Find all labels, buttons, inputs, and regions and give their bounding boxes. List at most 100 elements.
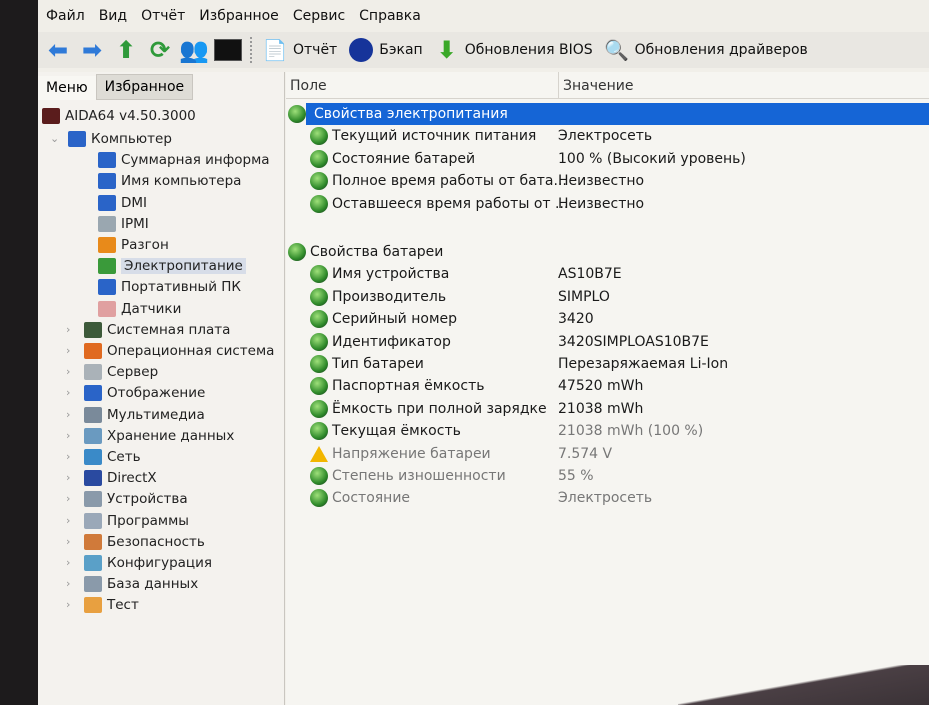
backup-icon — [347, 36, 375, 64]
driver-update-button[interactable]: 🔍 Обновления драйверов — [603, 36, 808, 64]
tree-item[interactable]: Суммарная информа — [98, 150, 270, 170]
up-arrow-icon[interactable]: ⬆ — [112, 36, 140, 64]
property-row[interactable]: Степень изношенности 55 % — [286, 465, 929, 487]
property-row[interactable]: Текущий источник питания Электросеть — [286, 125, 929, 147]
field-value: Электросеть — [558, 490, 653, 507]
tree-item-label: DMI — [121, 194, 148, 211]
tree-item[interactable]: AIDA64 v4.50.3000 — [42, 106, 196, 126]
power-icon — [310, 332, 328, 351]
tree-item[interactable]: Программы — [84, 511, 189, 531]
tree-item[interactable]: Имя компьютера — [98, 171, 241, 191]
collapse-chevron-icon[interactable]: › — [66, 344, 70, 357]
motherboard-icon — [84, 321, 102, 338]
property-row[interactable]: Полное время работы от бата... Неизвестно — [286, 170, 929, 192]
property-row[interactable]: Оставшееся время работы от ... Неизвестно — [286, 193, 929, 215]
backup-button[interactable]: Бэкап — [347, 36, 423, 64]
property-row[interactable]: Идентификатор 3420SIMPLOAS10B7E — [286, 331, 929, 353]
menu-report[interactable]: Отчёт — [141, 8, 185, 24]
tree-item-label: Сервер — [107, 364, 159, 381]
server-icon — [84, 364, 102, 381]
tree-item[interactable]: Операционная система — [84, 341, 274, 361]
property-row[interactable]: Производитель SIMPLO — [286, 286, 929, 308]
tree-item[interactable]: Электропитание — [98, 256, 246, 276]
tab-favorites[interactable]: Избранное — [95, 74, 194, 100]
console-icon[interactable] — [214, 36, 242, 64]
menu-view[interactable]: Вид — [99, 8, 127, 24]
collapse-chevron-icon[interactable]: › — [66, 429, 70, 442]
tree-item[interactable]: Хранение данных — [84, 426, 234, 446]
tree-item[interactable]: Отображение — [84, 383, 205, 403]
property-row[interactable]: Ёмкость при полной зарядке 21038 mWh — [286, 398, 929, 420]
tree-item[interactable]: IPMI — [98, 214, 149, 234]
collapse-chevron-icon[interactable]: › — [66, 577, 70, 590]
tree-item[interactable]: Конфигурация — [84, 553, 212, 573]
tree-item[interactable]: Тест — [84, 595, 139, 615]
config-icon — [84, 555, 102, 571]
property-row[interactable]: Серийный номер 3420 — [286, 308, 929, 330]
collapse-chevron-icon[interactable]: › — [66, 514, 70, 527]
collapse-chevron-icon[interactable]: › — [66, 450, 70, 463]
document-icon: 📄 — [262, 38, 288, 62]
expand-chevron-icon[interactable]: ⌄ — [50, 132, 59, 145]
collapse-chevron-icon[interactable]: › — [66, 408, 70, 421]
collapse-chevron-icon[interactable]: › — [66, 492, 70, 505]
report-button[interactable]: 📄 Отчёт — [261, 36, 338, 64]
directx-icon — [84, 470, 102, 487]
tree-item[interactable]: Датчики — [98, 299, 181, 319]
tree-item[interactable]: Сеть — [84, 447, 141, 467]
property-row[interactable]: Состояние Электросеть — [286, 487, 929, 509]
tree-item[interactable]: DirectX — [84, 468, 157, 488]
back-arrow-icon[interactable]: ⬅ — [44, 36, 72, 64]
tree-item[interactable]: Сервер — [84, 362, 158, 382]
field-label: Ёмкость при полной зарядке — [332, 400, 547, 417]
bios-update-button[interactable]: ⬇ Обновления BIOS — [433, 36, 593, 64]
tree-item[interactable]: DMI — [98, 193, 147, 213]
property-row[interactable]: Текущая ёмкость 21038 mWh (100 %) — [286, 420, 929, 442]
property-row[interactable]: Состояние батарей 100 % (Высокий уровень) — [286, 148, 929, 170]
menu-file[interactable]: Файл — [46, 8, 85, 24]
column-header-field[interactable]: Поле — [286, 72, 559, 98]
tree-item[interactable]: Компьютер — [68, 129, 172, 149]
collapse-chevron-icon[interactable]: › — [66, 386, 70, 399]
refresh-icon[interactable]: ⟳ — [146, 36, 174, 64]
report-label: Отчёт — [293, 42, 338, 58]
field-value: 3420SIMPLOAS10B7E — [558, 333, 709, 350]
group-row[interactable]: Свойства электропитания — [286, 103, 929, 125]
menu-help[interactable]: Справка — [359, 8, 421, 24]
tree-item[interactable]: Системная плата — [84, 320, 230, 340]
property-row[interactable]: Имя устройства AS10B7E — [286, 263, 929, 285]
collapse-chevron-icon[interactable]: › — [66, 535, 70, 548]
backup-label: Бэкап — [379, 42, 423, 58]
field-value: 55 % — [558, 468, 594, 484]
collapse-chevron-icon[interactable]: › — [66, 598, 70, 611]
property-row[interactable]: Тип батареи Перезаряжаемая Li-Ion — [286, 353, 929, 375]
tree-item-label: База данных — [107, 576, 199, 593]
property-row[interactable]: Паспортная ёмкость 47520 mWh — [286, 375, 929, 397]
menu-favorites[interactable]: Избранное — [199, 8, 279, 24]
tree-item[interactable]: Мультимедиа — [84, 405, 205, 425]
flame-icon — [98, 237, 116, 253]
group-row[interactable]: Свойства батареи — [286, 241, 929, 263]
property-row[interactable]: Напряжение батареи 7.574 V — [286, 443, 929, 465]
collapse-chevron-icon[interactable]: › — [66, 365, 70, 378]
column-header-value[interactable]: Значение — [559, 72, 637, 98]
collapse-chevron-icon[interactable]: › — [66, 323, 70, 336]
tab-menu[interactable]: Меню — [38, 76, 96, 100]
tree-item[interactable]: База данных — [84, 574, 198, 594]
menu-service[interactable]: Сервис — [293, 8, 345, 24]
tree-item[interactable]: Портативный ПК — [98, 277, 241, 297]
collapse-chevron-icon[interactable]: › — [66, 556, 70, 569]
field-value: 7.574 V — [558, 445, 613, 462]
users-icon[interactable]: 👥 — [179, 36, 209, 64]
collapse-chevron-icon[interactable]: › — [66, 471, 70, 484]
tree-item[interactable]: Устройства — [84, 489, 188, 509]
tree-item[interactable]: Безопасность — [84, 532, 205, 552]
field-label: Состояние батарей — [332, 150, 476, 167]
tree-item[interactable]: Разгон — [98, 235, 169, 255]
network-icon — [84, 449, 102, 465]
forward-arrow-icon[interactable]: ➡ — [78, 36, 106, 64]
power-icon — [310, 265, 328, 284]
test-icon — [84, 597, 102, 614]
tree-item-label: Имя компьютера — [121, 173, 242, 190]
tree-item-label: Сеть — [107, 449, 141, 465]
